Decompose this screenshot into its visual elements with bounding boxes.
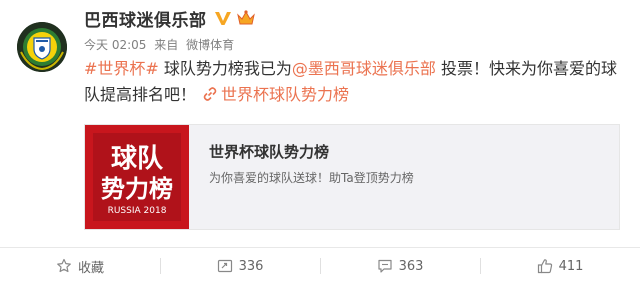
like-button[interactable]: 411 (480, 248, 640, 284)
comment-icon (377, 259, 392, 273)
repost-count: 336 (238, 258, 264, 274)
avatar-logo (17, 22, 67, 72)
card-title[interactable]: 世界杯球队势力榜 (209, 141, 329, 162)
thumb-line1: 球队 (111, 144, 164, 174)
verified-icon[interactable] (214, 9, 232, 27)
post-source[interactable]: 微博体育 (186, 38, 234, 52)
thumb-caption: RUSSIA 2018 (108, 206, 167, 216)
link-card[interactable]: 球队 势力榜 RUSSIA 2018 世界杯球队势力榜 为你喜爱的球队送球！助T… (84, 124, 620, 230)
crown-icon[interactable] (236, 9, 256, 27)
source-prefix: 来自 (154, 38, 179, 52)
mention-link[interactable]: @墨西哥球迷俱乐部 (292, 59, 436, 78)
link-icon (203, 87, 217, 101)
comment-button[interactable]: 363 (320, 248, 480, 284)
repost-icon (217, 259, 232, 273)
favorite-label: 收藏 (77, 260, 104, 276)
thumb-line2: 势力榜 (101, 175, 173, 203)
post-text: #世界杯# 球队势力榜我已为@墨西哥球迷俱乐部 投票！快来为你喜爱的球队提高排名… (84, 56, 630, 108)
post-meta: 今天 02:05 来自 微博体育 (84, 36, 238, 53)
post-text-part1: 球队势力榜我已为 (158, 59, 292, 78)
avatar[interactable] (17, 22, 67, 72)
star-icon (57, 258, 71, 273)
action-bar: 收藏 336 363 411 (0, 248, 640, 284)
card-description: 为你喜爱的球队送球！助Ta登顶势力榜 (209, 171, 414, 185)
like-icon (537, 259, 552, 274)
comment-count: 363 (398, 258, 424, 274)
card-thumbnail: 球队 势力榜 RUSSIA 2018 (85, 125, 189, 229)
card-link[interactable]: 世界杯球队势力榜 (221, 85, 349, 104)
post-time[interactable]: 今天 02:05 (84, 38, 146, 52)
hashtag-link[interactable]: #世界杯# (84, 59, 159, 78)
like-count: 411 (558, 258, 584, 274)
repost-button[interactable]: 336 (160, 248, 320, 284)
favorite-button[interactable]: 收藏 (0, 248, 160, 284)
user-header: 巴西球迷俱乐部 (84, 6, 256, 31)
user-name[interactable]: 巴西球迷俱乐部 (84, 6, 207, 31)
